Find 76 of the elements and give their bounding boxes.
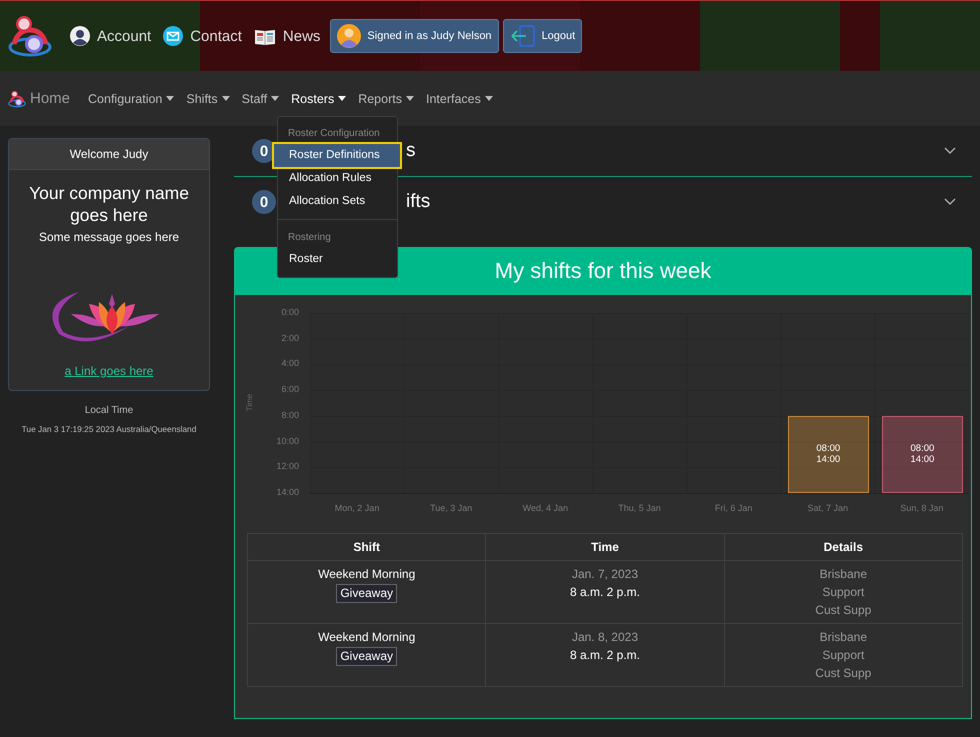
contact-link[interactable]: Contact [163, 26, 242, 46]
detail-text: Cust Supp [814, 602, 872, 619]
shift-time: 8 a.m. 2 p.m. [568, 647, 641, 664]
detail-text: Support [821, 647, 866, 664]
nav-menu[interactable]: Interfaces [426, 92, 493, 106]
caret-icon [406, 96, 414, 101]
axis-label: 6:00 [281, 384, 299, 394]
axis-label: Sat, 7 Jan [806, 503, 850, 513]
shift-time: 8 a.m. 2 p.m. [568, 584, 641, 601]
card-title: Welcome Judy [9, 139, 209, 170]
chevron-icon[interactable] [944, 198, 956, 206]
logo-icon [8, 90, 26, 108]
detail-text: Brisbane [818, 566, 868, 583]
section-title[interactable]: s [406, 140, 944, 162]
logout-button[interactable]: Logout [502, 19, 582, 53]
local-time: Tue Jan 3 17:19:25 2023 Australia/Queensland [20, 424, 198, 434]
menu-item[interactable]: Roster Definitions [274, 144, 400, 167]
shift-date: Jan. 7, 2023 [570, 566, 640, 583]
axis-title: Time [245, 394, 254, 412]
caret-icon [222, 96, 230, 101]
detail-text: Support [821, 584, 866, 601]
nav-menu[interactable]: Configuration [88, 92, 174, 106]
axis-label: 2:00 [281, 332, 299, 343]
giveaway-tag[interactable]: Giveaway [336, 647, 397, 666]
logo-icon [8, 14, 52, 58]
shift-name: Weekend Morning [317, 629, 416, 646]
giveaway-tag[interactable]: Giveaway [336, 584, 397, 603]
mail-icon [163, 26, 184, 46]
menu-item[interactable]: Allocation Rules [278, 167, 397, 190]
news-link[interactable]: News [254, 27, 320, 45]
shift-date: Jan. 8, 2023 [570, 629, 640, 646]
caret-icon [484, 96, 493, 101]
avatar-icon [337, 24, 362, 48]
user-icon [70, 26, 90, 46]
axis-label: 14:00 [276, 487, 299, 497]
axis-label: 0:00 [281, 307, 299, 317]
axis-label: 10:00 [276, 436, 299, 446]
account-link[interactable]: Account [70, 26, 152, 46]
menu-heading: Rostering [287, 231, 332, 245]
nav-menu[interactable]: Shifts [186, 92, 230, 106]
axis-label: Thu, 5 Jan [617, 503, 662, 513]
menu-heading: Roster Configuration [287, 127, 381, 141]
logout-icon [510, 25, 536, 47]
axis-label: Sun, 8 Jan [899, 503, 944, 513]
axis-label: Fri, 6 Jan [714, 503, 754, 513]
axis-label: Mon, 2 Jan [334, 503, 380, 513]
nav-menu[interactable]: Staff [242, 92, 280, 106]
nav-menu[interactable]: Rosters [291, 92, 346, 106]
axis-label: 8:00 [281, 410, 299, 420]
menu-item[interactable]: Allocation Sets [278, 190, 397, 213]
count-badge: 0 [252, 190, 276, 214]
home-link[interactable]: Home [8, 90, 70, 108]
shift-event[interactable]: 08:00 14:00 [882, 416, 963, 493]
link[interactable]: a Link goes here [9, 364, 209, 378]
user-button[interactable]: Signed in as Judy Nelson [330, 19, 499, 53]
section-title[interactable]: ifts [406, 191, 944, 213]
axis-label: 12:00 [276, 461, 299, 472]
column-header: Details [724, 534, 962, 560]
detail-text: Cust Supp [814, 665, 872, 682]
caret-icon [338, 96, 346, 101]
column-header: Time [486, 534, 724, 560]
local-time-label: Local Time [84, 405, 134, 416]
axis-label: Tue, 3 Jan [429, 503, 474, 513]
company-name: Your company name goes here [28, 182, 190, 226]
chevron-icon[interactable] [944, 147, 956, 155]
shift-name: Weekend Morning [317, 566, 416, 583]
column-header: Shift [248, 534, 486, 560]
message-text: Some message goes here [38, 230, 180, 244]
axis-label: 4:00 [281, 358, 299, 368]
caret-icon [271, 96, 280, 101]
shift-event[interactable]: 08:00 14:00 [788, 416, 869, 493]
menu-item[interactable]: Roster [278, 248, 397, 271]
caret-icon [166, 96, 174, 101]
detail-text: Brisbane [818, 629, 868, 646]
nav-menu[interactable]: Reports [358, 92, 414, 106]
axis-label: Wed, 4 Jan [522, 503, 570, 513]
